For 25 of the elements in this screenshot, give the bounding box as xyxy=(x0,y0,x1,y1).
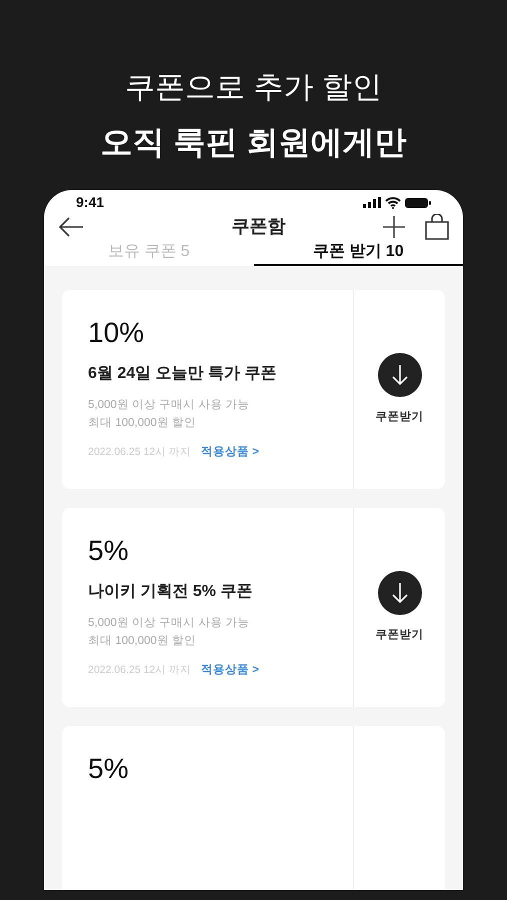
download-icon[interactable] xyxy=(378,352,422,397)
promo-subtitle: 쿠폰으로 추가 할인 xyxy=(125,70,382,106)
back-arrow-icon[interactable] xyxy=(58,216,84,236)
page-title: 쿠폰함 xyxy=(232,215,286,238)
coupon-title: 6월 24일 오늘만 특가 쿠폰 xyxy=(88,364,278,384)
applicable-products-link[interactable]: 적용상품 > xyxy=(201,662,259,680)
coupon-condition: 5,000원 이상 구매시 사용 가능 xyxy=(88,616,251,631)
discount-rate: 10% xyxy=(88,316,146,350)
get-coupon-button[interactable]: 쿠폰받기 xyxy=(376,408,424,426)
wifi-icon xyxy=(385,196,401,208)
discount-rate: 5% xyxy=(88,752,130,786)
shopping-bag-icon[interactable] xyxy=(425,214,449,240)
signal-icon xyxy=(363,197,381,208)
get-coupon-button[interactable]: 쿠폰받기 xyxy=(376,626,424,644)
battery-icon xyxy=(405,196,431,208)
coupon-condition: 5,000원 이상 구매시 사용 가능 xyxy=(88,398,251,413)
coupon-condition: 최대 100,000원 할인 xyxy=(88,634,197,649)
plus-icon[interactable] xyxy=(383,216,405,238)
promo-headline: 오직 룩핀 회원에게만 xyxy=(100,123,406,162)
discount-rate: 5% xyxy=(88,534,130,568)
status-time: 9:41 xyxy=(76,193,104,212)
download-icon[interactable] xyxy=(378,570,422,615)
applicable-products-link[interactable]: 적용상품 > xyxy=(201,444,259,462)
coupon-title: 나이키 기획전 5% 쿠폰 xyxy=(88,582,254,602)
coupon-condition: 최대 100,000원 할인 xyxy=(88,416,197,431)
